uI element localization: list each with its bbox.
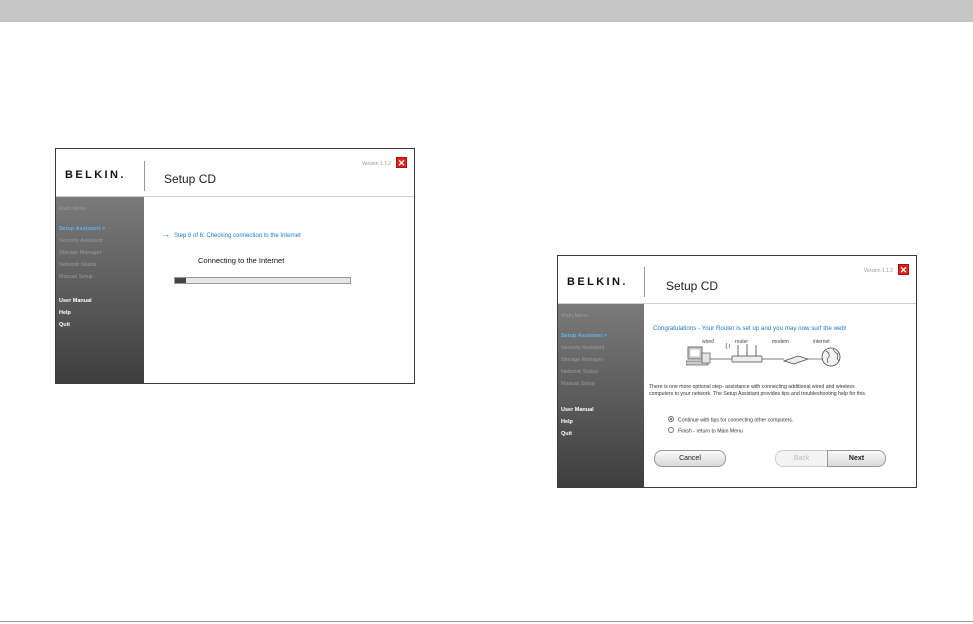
sidebar-item-help[interactable]: Help — [59, 310, 71, 316]
window-header: BELKIN. Setup CD Version 1.1.2 ✕ — [558, 256, 916, 303]
close-button[interactable]: ✕ — [898, 264, 909, 275]
diagram-label-wired: wired — [702, 339, 714, 345]
sidebar: Main Menu Setup Assistant > Security Ass… — [56, 197, 144, 383]
progress-fill — [175, 278, 186, 283]
diagram-label-internet: internet — [813, 339, 830, 345]
option-finish-label: Finish - return to Main Menu — [678, 428, 743, 435]
cancel-button[interactable]: Cancel — [654, 450, 726, 467]
modem-icon — [782, 355, 810, 365]
belkin-logo: BELKIN. — [567, 276, 628, 288]
setup-window-complete: BELKIN. Setup CD Version 1.1.2 ✕ Main Me… — [557, 255, 917, 488]
step-indicator: → Step 6 of 6: Checking connection to the… — [162, 230, 301, 239]
sidebar-item-main-menu[interactable]: Main Menu — [59, 206, 86, 212]
connecting-status: Connecting to the Internet — [198, 256, 285, 265]
sidebar: Main Menu Setup Assistant > Security Ass… — [558, 304, 644, 487]
setup-window-connecting: BELKIN. Setup CD Version 1.1.2 ✕ Main Me… — [55, 148, 415, 384]
diagram-label-modem: modem — [772, 339, 789, 345]
sidebar-item-security-assistant[interactable]: Security Assistant — [561, 345, 604, 351]
option-continue-label: Continue with tips for connecting other … — [678, 417, 794, 424]
sidebar-item-network-status[interactable]: Network Status — [59, 262, 96, 268]
option-finish[interactable]: Finish - return to Main Menu — [668, 427, 743, 435]
diagram-label-router: router — [735, 339, 749, 345]
header-divider — [644, 267, 645, 297]
sidebar-item-network-status[interactable]: Network Status — [561, 369, 598, 375]
sidebar-item-main-menu[interactable]: Main Menu — [561, 313, 588, 319]
step-text: Step 6 of 6: Checking connection to the … — [174, 233, 301, 239]
sidebar-item-manual-setup[interactable]: Manual Setup — [561, 381, 595, 387]
content-pane: → Step 6 of 6: Checking connection to the… — [144, 197, 414, 383]
version-label: Version 1.1.2 — [361, 161, 391, 167]
radio-button-finish[interactable] — [668, 427, 674, 433]
sidebar-item-setup-assistant[interactable]: Setup Assistant > — [59, 226, 105, 232]
close-button[interactable]: ✕ — [396, 157, 407, 168]
window-header: BELKIN. Setup CD Version 1.1.2 ✕ — [56, 149, 414, 196]
arrow-right-icon: → — [162, 230, 170, 239]
bottom-rule — [0, 621, 973, 622]
sidebar-item-manual-setup[interactable]: Manual Setup — [59, 274, 93, 280]
version-label: Version 1.1.2 — [863, 268, 893, 274]
top-banner — [0, 0, 973, 22]
progress-bar — [174, 277, 351, 284]
content-pane: Congratulations - Your Router is set up … — [644, 304, 916, 487]
sidebar-item-quit[interactable]: Quit — [561, 431, 572, 437]
header-divider — [144, 161, 145, 191]
description-text: There is one more optional step- assista… — [649, 384, 867, 397]
sidebar-item-user-manual[interactable]: User Manual — [59, 298, 92, 304]
sidebar-item-help[interactable]: Help — [561, 419, 573, 425]
sidebar-item-user-manual[interactable]: User Manual — [561, 407, 594, 413]
sidebar-item-storage-manager[interactable]: Storage Manager — [59, 250, 102, 256]
belkin-logo: BELKIN. — [65, 169, 126, 181]
sidebar-item-storage-manager[interactable]: Storage Manager — [561, 357, 604, 363]
back-button[interactable]: Back — [775, 450, 827, 467]
app-title: Setup CD — [666, 279, 719, 293]
option-continue[interactable]: Continue with tips for connecting other … — [668, 416, 794, 424]
sidebar-item-quit[interactable]: Quit — [59, 322, 70, 328]
app-title: Setup CD — [164, 172, 217, 186]
next-button[interactable]: Next — [827, 450, 886, 467]
globe-icon — [821, 347, 841, 367]
sidebar-item-setup-assistant[interactable]: Setup Assistant > — [561, 333, 607, 339]
computer-icon — [686, 346, 711, 366]
congratulations-message: Congratulations - Your Router is set up … — [653, 325, 847, 332]
network-diagram — [686, 342, 841, 367]
radio-button-continue[interactable] — [668, 416, 674, 422]
sidebar-item-security-assistant[interactable]: Security Assistant — [59, 238, 102, 244]
